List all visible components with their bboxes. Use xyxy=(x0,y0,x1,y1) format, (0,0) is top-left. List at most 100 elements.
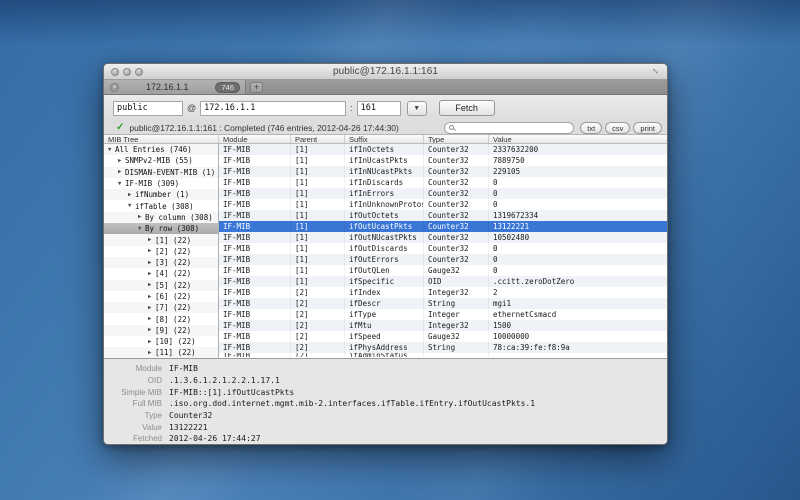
table-row[interactable]: IF-MIB[1]ifInNUcastPktsCounter32229105 xyxy=(219,166,667,177)
table-row[interactable]: IF-MIB[2]ifSpeedGauge3210000000 xyxy=(219,331,667,342)
column-header-module[interactable]: Module xyxy=(219,135,291,143)
tree-item[interactable]: ▼IF-MIB (309) xyxy=(104,178,218,189)
table-row[interactable]: IF-MIB[2]ifTypeIntegerethernetCsmacd xyxy=(219,309,667,320)
cell-value: 0 xyxy=(489,177,667,188)
table-row[interactable]: IF-MIB[2]ifMtuInteger321500 xyxy=(219,320,667,331)
table-row[interactable]: IF-MIB[2]ifDescrStringmgi1 xyxy=(219,298,667,309)
disclosure-closed-icon[interactable]: ▶ xyxy=(148,316,155,322)
tree-item-label: [7] (22) xyxy=(155,303,191,312)
port-dropdown-button[interactable]: ▼ xyxy=(407,101,427,116)
cell-suffix: ifAdminStatus xyxy=(345,353,424,357)
tree-item[interactable]: ▶[8] (22) xyxy=(104,313,218,324)
disclosure-closed-icon[interactable]: ▶ xyxy=(148,339,155,345)
detail-label: Value xyxy=(104,423,162,432)
tree-item-label: [9] (22) xyxy=(155,326,191,335)
tree-item[interactable]: ▶DISMAN-EVENT-MIB (1) xyxy=(104,167,218,178)
table-row[interactable]: IF-MIB[1]ifOutUcastPktsCounter3213122221 xyxy=(219,221,667,232)
disclosure-closed-icon[interactable]: ▶ xyxy=(148,248,155,254)
fetch-button[interactable]: Fetch xyxy=(439,100,495,116)
disclosure-closed-icon[interactable]: ▶ xyxy=(148,327,155,333)
disclosure-open-icon[interactable]: ▼ xyxy=(138,226,145,232)
disclosure-closed-icon[interactable]: ▶ xyxy=(148,350,155,356)
detail-value: IF-MIB::[1].ifOutUcastPkts xyxy=(169,388,294,397)
table-row[interactable]: IF-MIB[2]ifAdminStatus xyxy=(219,353,667,357)
cell-suffix: ifIndex xyxy=(345,287,424,298)
cell-value: 0 xyxy=(489,254,667,265)
search-field[interactable] xyxy=(444,122,574,134)
disclosure-closed-icon[interactable]: ▶ xyxy=(148,305,155,311)
table-row[interactable]: IF-MIB[1]ifOutDiscardsCounter320 xyxy=(219,243,667,254)
column-header-suffix[interactable]: Suffix xyxy=(345,135,424,143)
disclosure-open-icon[interactable]: ▼ xyxy=(118,181,125,187)
disclosure-open-icon[interactable]: ▼ xyxy=(128,203,135,209)
tree-item[interactable]: ▶ifNumber (1) xyxy=(104,189,218,200)
disclosure-closed-icon[interactable]: ▶ xyxy=(118,169,125,175)
export-txt-button[interactable]: txt xyxy=(580,122,602,134)
table-row[interactable]: IF-MIB[1]ifSpecificOID.ccitt.zeroDotZero xyxy=(219,276,667,287)
disclosure-closed-icon[interactable]: ▶ xyxy=(148,271,155,277)
disclosure-closed-icon[interactable]: ▶ xyxy=(148,237,155,243)
table-row[interactable]: IF-MIB[1]ifInDiscardsCounter320 xyxy=(219,177,667,188)
cell-module: IF-MIB xyxy=(219,144,291,155)
column-header-parent[interactable]: Parent xyxy=(291,135,345,143)
tree-item[interactable]: ▶[6] (22) xyxy=(104,291,218,302)
disclosure-closed-icon[interactable]: ▶ xyxy=(148,282,155,288)
table-row[interactable]: IF-MIB[2]ifIndexInteger322 xyxy=(219,287,667,298)
tree-item[interactable]: ▶By column (308) xyxy=(104,212,218,223)
export-csv-button[interactable]: csv xyxy=(605,122,630,134)
tree-item[interactable]: ▶[1] (22) xyxy=(104,234,218,245)
table-row[interactable]: IF-MIB[1]ifInOctetsCounter322337632200 xyxy=(219,144,667,155)
table-row[interactable]: IF-MIB[1]ifOutNUcastPktsCounter321050248… xyxy=(219,232,667,243)
cell-suffix: ifOutNUcastPkts xyxy=(345,232,424,243)
disclosure-closed-icon[interactable]: ▶ xyxy=(138,214,145,220)
tree-item-label: [6] (22) xyxy=(155,292,191,301)
table-row[interactable]: IF-MIB[1]ifOutOctetsCounter321319672334 xyxy=(219,210,667,221)
tree-item[interactable]: ▶[2] (22) xyxy=(104,246,218,257)
cell-suffix: ifInUcastPkts xyxy=(345,155,424,166)
detail-value: IF-MIB xyxy=(169,364,198,373)
title-bar[interactable]: public@172.16.1.1:161 ↔ xyxy=(104,64,667,80)
detail-row: Simple MIBIF-MIB::[1].ifOutUcastPkts xyxy=(104,386,667,398)
tree-item-label: ifTable (308) xyxy=(135,202,194,211)
tree-item[interactable]: ▼All Entries (746) xyxy=(104,144,218,155)
tree-item[interactable]: ▶[9] (22) xyxy=(104,325,218,336)
add-tab-button[interactable]: + xyxy=(250,82,263,93)
table-row[interactable]: IF-MIB[1]ifOutErrorsCounter320 xyxy=(219,254,667,265)
port-input[interactable] xyxy=(357,101,401,116)
tree-item[interactable]: ▶SNMPv2-MIB (55) xyxy=(104,155,218,166)
tree-item-label: [10] (22) xyxy=(155,337,196,346)
table-row[interactable]: IF-MIB[1]ifOutQLenGauge320 xyxy=(219,265,667,276)
table-row[interactable]: IF-MIB[2]ifPhysAddressString78:ca:39:fe:… xyxy=(219,342,667,353)
search-input[interactable] xyxy=(454,123,573,133)
disclosure-closed-icon[interactable]: ▶ xyxy=(148,294,155,300)
tree-item[interactable]: ▶[7] (22) xyxy=(104,302,218,313)
tree-item[interactable]: ▶[11] (22) xyxy=(104,347,218,358)
tab-label: 172.16.1.1 xyxy=(119,82,215,92)
tree-item[interactable]: ▼ifTable (308) xyxy=(104,200,218,211)
tree-item[interactable]: ▶[10] (22) xyxy=(104,336,218,347)
detail-value: .iso.org.dod.internet.mgmt.mib-2.interfa… xyxy=(169,399,535,408)
table-row[interactable]: IF-MIB[1]ifInErrorsCounter320 xyxy=(219,188,667,199)
tree-item[interactable]: ▶[4] (22) xyxy=(104,268,218,279)
table-row[interactable]: IF-MIB[1]ifInUnknownProtosCounter320 xyxy=(219,199,667,210)
disclosure-closed-icon[interactable]: ▶ xyxy=(148,260,155,266)
tree-item[interactable]: ▶[5] (22) xyxy=(104,280,218,291)
disclosure-closed-icon[interactable]: ▶ xyxy=(128,192,135,198)
tree-item[interactable]: ▶[3] (22) xyxy=(104,257,218,268)
table-row[interactable]: IF-MIB[1]ifInUcastPktsCounter327889750 xyxy=(219,155,667,166)
disclosure-closed-icon[interactable]: ▶ xyxy=(118,158,125,164)
cell-type: Counter32 xyxy=(424,221,489,232)
print-button[interactable]: print xyxy=(633,122,662,134)
tab-close-icon[interactable]: × xyxy=(110,83,119,92)
column-header-value[interactable]: Value xyxy=(489,135,667,143)
chevron-down-icon: ▼ xyxy=(413,105,420,112)
community-input[interactable] xyxy=(113,101,183,116)
tab-session[interactable]: × 172.16.1.1 746 xyxy=(104,80,246,94)
cell-suffix: ifOutUcastPkts xyxy=(345,221,424,232)
column-header-type[interactable]: Type xyxy=(424,135,489,143)
host-input[interactable] xyxy=(200,101,346,116)
tree-item[interactable]: ▼By row (308) xyxy=(104,223,218,234)
mib-browser-window: public@172.16.1.1:161 ↔ × 172.16.1.1 746… xyxy=(103,63,668,445)
disclosure-open-icon[interactable]: ▼ xyxy=(108,147,115,153)
mib-tree-header[interactable]: MIB Tree xyxy=(104,135,219,143)
